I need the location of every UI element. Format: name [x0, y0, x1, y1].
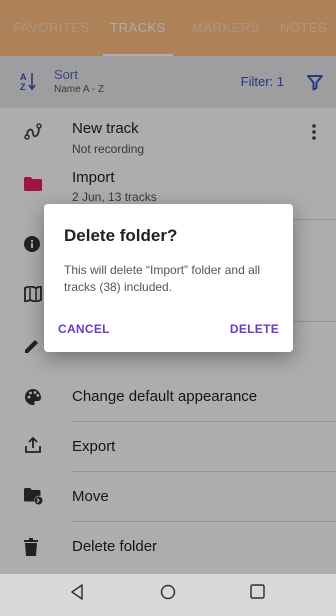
home-icon[interactable]: [160, 584, 176, 605]
delete-button[interactable]: DELETE: [230, 322, 279, 336]
delete-folder-dialog: Delete folder? This will delete “Import”…: [44, 204, 293, 352]
recents-icon[interactable]: [250, 584, 265, 604]
back-icon[interactable]: [70, 584, 84, 605]
dialog-title: Delete folder?: [64, 226, 178, 245]
system-nav-bar: [0, 574, 336, 616]
dialog-message: This will delete “Import” folder and all…: [64, 263, 261, 294]
cancel-button[interactable]: CANCEL: [58, 322, 110, 336]
